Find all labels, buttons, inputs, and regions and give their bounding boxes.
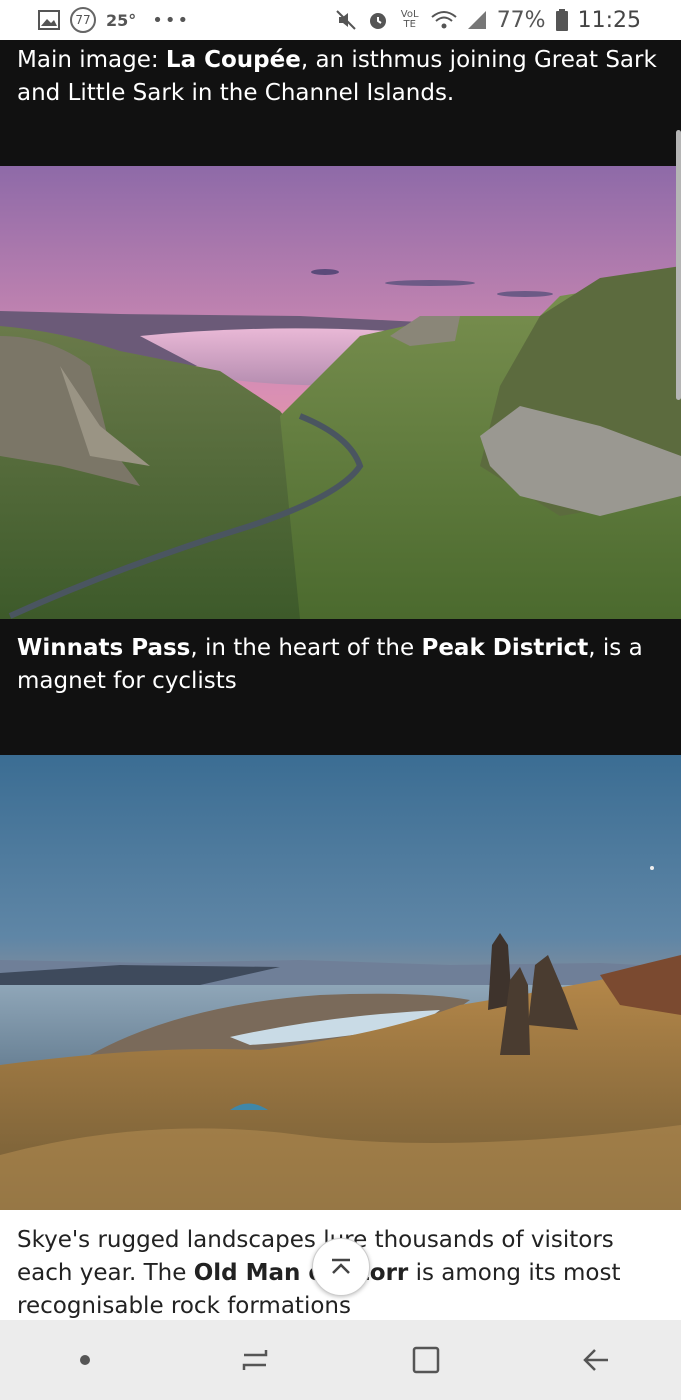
caption-la-coupee: Main image: La Coupée, an isthmus joinin… xyxy=(0,44,681,110)
caption-bold: La Coupée xyxy=(165,47,301,73)
photo-winnats-pass xyxy=(0,166,681,619)
scroll-to-top-icon xyxy=(332,1258,350,1274)
photo-old-man-of-storr xyxy=(0,755,681,1210)
battery-percentage: 77% xyxy=(496,7,546,33)
more-notifications-icon: ••• xyxy=(152,9,191,31)
alarm-icon xyxy=(369,13,386,29)
caption-text: Main image: xyxy=(17,47,166,73)
image-icon xyxy=(38,10,60,30)
caption-bold: Winnats Pass xyxy=(17,635,191,661)
home-dot-icon xyxy=(80,1355,91,1365)
caption-bold: Old Man of Storr xyxy=(193,1260,409,1286)
home-button[interactable] xyxy=(45,1320,125,1400)
mute-icon xyxy=(335,10,356,30)
notification-badge: 77 xyxy=(70,7,96,33)
caption-text: , in the heart of the xyxy=(190,635,422,661)
battery-icon xyxy=(555,9,568,31)
temperature-text: 25° xyxy=(106,10,137,30)
scrollbar-thumb[interactable] xyxy=(676,130,681,400)
volte-badge: VoLTE xyxy=(400,9,419,30)
scroll-to-top-button[interactable] xyxy=(312,1238,370,1296)
signal-icon xyxy=(467,11,486,29)
caption-winnats-pass: Winnats Pass, in the heart of the Peak D… xyxy=(0,632,681,698)
caption-bold: Peak District xyxy=(421,635,589,661)
navigation-bar xyxy=(0,1320,681,1400)
wifi-icon xyxy=(431,11,457,29)
overview-button[interactable] xyxy=(386,1320,466,1400)
overview-icon xyxy=(412,1346,439,1374)
recents-icon xyxy=(243,1350,268,1370)
status-bar: 77 25° ••• VoLTE 77% 11:25 xyxy=(0,0,681,40)
back-button[interactable] xyxy=(556,1320,636,1400)
recents-button[interactable] xyxy=(215,1320,295,1400)
back-arrow-icon xyxy=(583,1349,608,1371)
clock: 11:25 xyxy=(577,7,641,33)
